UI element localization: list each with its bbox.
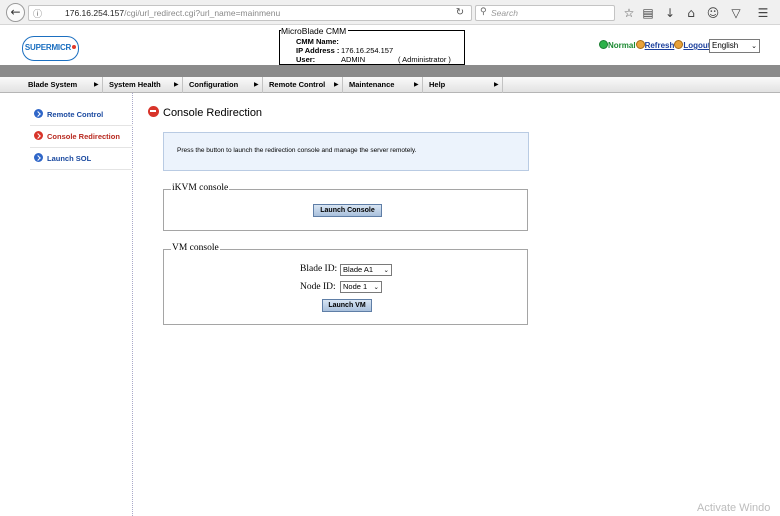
reload-icon[interactable]: ↻	[452, 6, 468, 19]
arrow-circle-icon	[34, 131, 43, 140]
menu-system-health[interactable]: System Health ▶	[103, 77, 183, 93]
language-select[interactable]: English ⌄	[709, 39, 760, 53]
scrollbar[interactable]	[763, 93, 780, 516]
refresh-icon[interactable]	[635, 40, 645, 49]
vm-console-legend: VM console	[171, 243, 220, 253]
user-label: User:	[296, 55, 316, 64]
arrow-circle-icon	[34, 153, 43, 162]
menu-maintenance[interactable]: Maintenance ▶	[343, 77, 423, 93]
system-info-box: MicroBlade CMM CMM Name: IP Address : 17…	[279, 26, 465, 65]
node-id-select[interactable]: Node 1 ⌄	[340, 281, 382, 293]
menu-configuration[interactable]: Configuration ▶	[183, 77, 263, 93]
ikvm-console-legend: iKVM console	[171, 183, 230, 193]
menu-blade-system[interactable]: Blade System ▶	[22, 77, 103, 93]
download-icon[interactable]: ↓	[662, 5, 678, 21]
status-area: Normal Refresh Logout	[599, 40, 710, 50]
user-value: ADMIN	[341, 55, 366, 64]
info-icon[interactable]: ⓘ	[33, 7, 42, 20]
chat-icon[interactable]: ☺	[705, 5, 721, 21]
star-icon[interactable]: ☆	[621, 5, 637, 21]
status-ok-icon	[599, 40, 608, 49]
ikvm-console-section: iKVM console Launch Console	[163, 183, 528, 231]
menu-icon[interactable]: ☰	[755, 5, 771, 21]
launch-vm-button[interactable]: Launch VM	[322, 299, 372, 312]
language-value: English	[712, 41, 739, 50]
triangle-right-icon: ▶	[494, 81, 499, 88]
url-host: 176.16.254.157	[65, 8, 125, 18]
sidebar-item-launch-sol[interactable]: Launch SOL	[30, 148, 133, 170]
main-menu: Blade System ▶ System Health ▶ Configurati…	[0, 77, 780, 93]
sidebar: Remote Control Console Redirection Launc…	[0, 93, 133, 516]
search-icon: ⚲	[480, 7, 487, 17]
info-title: MicroBlade CMM	[281, 26, 349, 36]
reading-list-icon[interactable]: ▤	[640, 5, 656, 21]
refresh-link[interactable]: Refresh	[645, 41, 675, 50]
header-divider-band	[0, 65, 780, 77]
app-header: SUPERMICR MicroBlade CMM CMM Name: IP Ad…	[0, 25, 780, 65]
search-placeholder: Search	[491, 8, 518, 18]
instruction-text: Press the button to launch the redirecti…	[177, 147, 417, 154]
activate-windows-watermark: Activate Windo	[697, 502, 771, 514]
url-path: /cgi/url_redirect.cgi?url_name=mainmenu	[124, 8, 281, 18]
back-icon[interactable]: ←	[6, 3, 25, 22]
menu-help[interactable]: Help ▶	[423, 77, 503, 93]
sidebar-item-remote-control[interactable]: Remote Control	[30, 104, 133, 126]
chevron-down-icon: ⌄	[373, 283, 379, 291]
arrow-circle-icon	[34, 109, 43, 118]
launch-console-button[interactable]: Launch Console	[313, 204, 382, 217]
menu-remote-control[interactable]: Remote Control ▶	[263, 77, 343, 93]
search-input[interactable]: ⚲ Search	[475, 5, 615, 21]
logout-icon[interactable]	[674, 40, 684, 49]
sidebar-item-console-redirection[interactable]: Console Redirection	[30, 126, 133, 148]
chevron-down-icon: ⌄	[751, 42, 757, 50]
home-icon[interactable]: ⌂	[683, 5, 699, 21]
triangle-right-icon: ▶	[174, 81, 179, 88]
address-bar[interactable]: ⓘ 176.16.254.157/cgi/url_redirect.cgi?ur…	[28, 5, 472, 21]
chevron-down-icon: ⌄	[383, 266, 389, 274]
triangle-right-icon: ▶	[94, 81, 99, 88]
title-arrow-icon	[148, 106, 159, 117]
vm-console-section: VM console Blade ID: Blade A1 ⌄ Node ID: …	[163, 243, 528, 325]
logout-link[interactable]: Logout	[683, 41, 710, 50]
blade-id-select[interactable]: Blade A1 ⌄	[340, 264, 392, 276]
triangle-right-icon: ▶	[334, 81, 339, 88]
user-role: ( Administrator )	[398, 55, 451, 64]
logo-dot-icon	[72, 45, 77, 49]
node-id-label: Node ID:	[300, 282, 336, 292]
instruction-panel: Press the button to launch the redirecti…	[163, 132, 529, 171]
supermicro-logo: SUPERMICR	[22, 36, 79, 61]
logo-text: SUPERMICR	[24, 43, 72, 52]
blade-id-label: Blade ID:	[300, 264, 338, 274]
ip-address-value: 176.16.254.157	[341, 46, 394, 55]
triangle-right-icon: ▶	[414, 81, 419, 88]
page-title: Console Redirection	[148, 106, 262, 119]
url-text: 176.16.254.157/cgi/url_redirect.cgi?url_…	[65, 8, 280, 18]
browser-toolbar: ← ⓘ 176.16.254.157/cgi/url_redirect.cgi?…	[0, 0, 780, 25]
status-normal: Normal	[608, 41, 636, 50]
ip-address-label: IP Address :	[296, 46, 340, 55]
triangle-right-icon: ▶	[254, 81, 259, 88]
pocket-icon[interactable]: ▽	[728, 5, 744, 21]
cmm-name-label: CMM Name:	[296, 37, 339, 46]
